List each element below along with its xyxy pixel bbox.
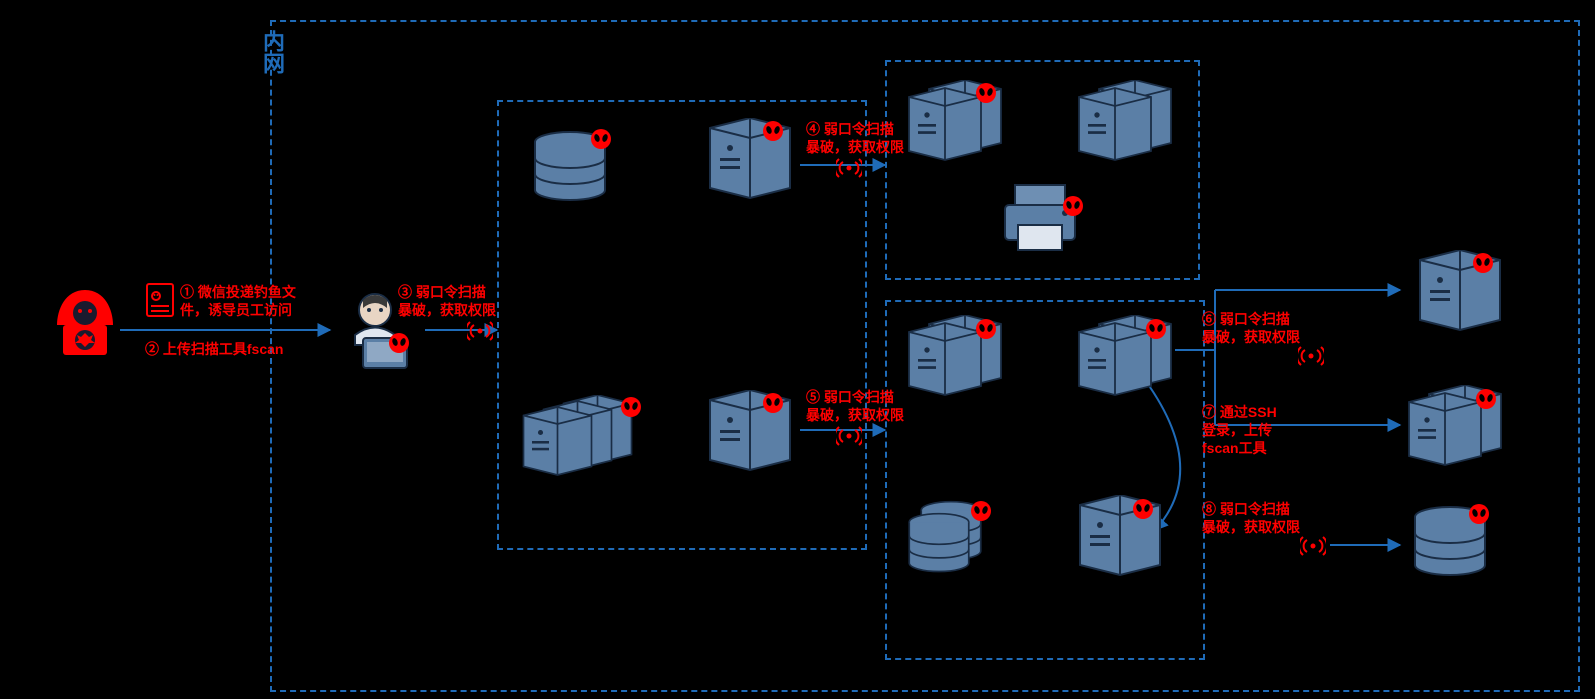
step-1-label: ① 微信投递钓鱼文 件，诱导员工访问 [180,283,296,319]
signal-icon [1298,345,1324,367]
diagram-root: { "zone_label": "内网", "steps": { "s1": "… [0,0,1595,699]
alien-icon [1062,195,1084,217]
step-3-label: ③ 弱口令扫描 暴破，获取权限 [398,283,496,319]
alien-icon [1132,498,1154,520]
server-a-top [700,118,800,203]
signal-icon [1300,535,1326,557]
server-pair-b2 [1070,80,1180,170]
alien-icon [975,82,997,104]
alien-icon [1472,252,1494,274]
phishing-doc-icon [145,282,175,318]
printer [990,180,1090,255]
alien-icon [970,500,992,522]
step-8-label: ⑧ 弱口令扫描 暴破，获取权限 [1202,500,1300,536]
alien-icon [1475,388,1497,410]
zone-intranet-label: 内网 [256,30,288,74]
attacker-node [45,285,125,365]
step-2-label: ② 上传扫描工具fscan [145,340,283,358]
server-c-single [1070,495,1170,580]
signal-icon [836,157,862,179]
signal-icon [467,320,493,342]
alien-icon [1468,503,1490,525]
alien-icon [620,396,642,418]
step-5-label: ⑤ 弱口令扫描 暴破，获取权限 [806,388,904,424]
alien-icon [590,128,612,150]
step-7-label: ⑦ 通过SSH 登录，上传 fscan工具 [1202,403,1277,458]
server-right-1 [1410,250,1510,335]
server-a-bottom [700,390,800,475]
alien-icon [762,120,784,142]
step-4-label: ④ 弱口令扫描 暴破，获取权限 [806,120,904,156]
alien-icon [1145,318,1167,340]
alien-icon [975,318,997,340]
alien-icon [762,392,784,414]
alien-icon [388,332,410,354]
step-6-label: ⑥ 弱口令扫描 暴破，获取权限 [1202,310,1300,346]
signal-icon [836,425,862,447]
